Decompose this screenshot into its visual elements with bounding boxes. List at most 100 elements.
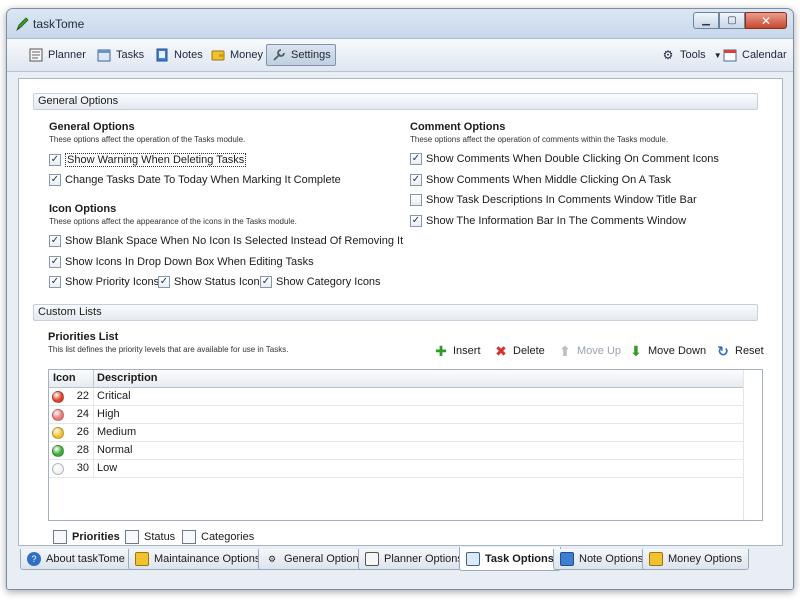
checkbox-icons-dropdown[interactable]: ✓ Show Icons In Drop Down Box When Editi… bbox=[49, 256, 314, 268]
icon-options-title: Icon Options bbox=[49, 203, 117, 215]
checkbox-box[interactable]: ✓ bbox=[410, 153, 422, 165]
calendar-button[interactable]: Calendar bbox=[717, 44, 792, 66]
checkbox-status-icons[interactable]: ✓ Show Status Icons bbox=[158, 276, 265, 288]
tab-note-options[interactable]: Note Options bbox=[553, 549, 651, 570]
calendar-label: Calendar bbox=[742, 49, 787, 61]
tab-label: Money Options bbox=[668, 553, 742, 565]
list-page-icon bbox=[53, 530, 67, 544]
checkbox-box[interactable]: ✓ bbox=[49, 154, 61, 166]
checkbox-label: Show Comments When Middle Clicking On A … bbox=[426, 174, 671, 186]
minimize-button[interactable]: ▁ bbox=[693, 12, 719, 29]
tab-label: General Options bbox=[284, 553, 365, 565]
priority-number: 24 bbox=[76, 408, 89, 420]
checkbox-label: Show Status Icons bbox=[174, 276, 266, 288]
tab-money-options[interactable]: Money Options bbox=[642, 549, 749, 570]
list-page-icon bbox=[125, 530, 139, 544]
priorities-list-desc: This list defines the priority levels th… bbox=[48, 345, 289, 354]
subtab-label: Status bbox=[144, 531, 176, 543]
checkbox-box[interactable]: ✓ bbox=[49, 174, 61, 186]
planner-icon bbox=[28, 47, 44, 63]
checkbox-box[interactable]: ✓ bbox=[260, 276, 272, 288]
checkbox-label: Show Category Icons bbox=[276, 276, 381, 288]
table-row[interactable]: 22 Critical bbox=[49, 388, 743, 406]
tab-general-options[interactable]: ⚙ General Options bbox=[258, 549, 372, 570]
tab-label: Task Options bbox=[485, 552, 554, 565]
tools-label: Tools bbox=[680, 49, 706, 61]
reset-label: Reset bbox=[735, 345, 764, 357]
grid-scroll-area[interactable] bbox=[743, 370, 762, 520]
plus-icon: ✚ bbox=[435, 342, 447, 359]
move-down-button[interactable]: ⬇ Move Down bbox=[628, 343, 706, 359]
checkbox-comment-infobar[interactable]: ✓ Show The Information Bar In The Commen… bbox=[410, 215, 686, 227]
calendar-icon bbox=[722, 47, 738, 63]
tools-button[interactable]: ⚙ Tools ▼ bbox=[655, 44, 727, 66]
checkbox-comment-dblclick[interactable]: ✓ Show Comments When Double Clicking On … bbox=[410, 153, 719, 165]
checkbox-box[interactable]: ✓ bbox=[49, 235, 61, 247]
tasks-button[interactable]: Tasks bbox=[91, 44, 149, 66]
window-title: taskTome bbox=[33, 17, 85, 31]
column-header-description[interactable]: Description bbox=[97, 372, 158, 384]
checkbox-box[interactable] bbox=[410, 194, 422, 206]
checkbox-box[interactable]: ✓ bbox=[49, 276, 61, 288]
checkbox-label: Show Priority Icons bbox=[65, 276, 160, 288]
checkbox-label: Show Comments When Double Clicking On Co… bbox=[426, 153, 719, 165]
tab-about[interactable]: ? About taskTome bbox=[20, 549, 132, 570]
checkbox-priority-icons[interactable]: ✓ Show Priority Icons bbox=[49, 276, 159, 288]
settings-button[interactable]: Settings bbox=[266, 44, 336, 66]
checkbox-box[interactable]: ✓ bbox=[49, 256, 61, 268]
table-row[interactable]: 24 High bbox=[49, 406, 743, 424]
notes-button[interactable]: Notes bbox=[149, 44, 208, 66]
maximize-button[interactable]: ▢ bbox=[719, 12, 745, 29]
reset-arrow-icon: ↻ bbox=[717, 342, 729, 359]
subtab-priorities[interactable]: Priorities bbox=[53, 530, 120, 544]
reset-button[interactable]: ↻ Reset bbox=[715, 343, 764, 359]
tab-maintenance[interactable]: Maintainance Options bbox=[128, 549, 268, 570]
table-row[interactable]: 30 Low bbox=[49, 460, 743, 478]
info-icon: ? bbox=[27, 552, 41, 566]
insert-button[interactable]: ✚ Insert bbox=[433, 342, 480, 359]
money-button[interactable]: Money bbox=[205, 44, 268, 66]
money-icon bbox=[210, 47, 226, 63]
grid-header: Icon Description bbox=[49, 370, 743, 388]
subtab-categories[interactable]: Categories bbox=[182, 530, 254, 544]
move-up-button[interactable]: ⬆ Move Up bbox=[557, 343, 621, 359]
subtab-status[interactable]: Status bbox=[125, 530, 175, 544]
checkbox-category-icons[interactable]: ✓ Show Category Icons bbox=[260, 276, 381, 288]
checkbox-blank-space[interactable]: ✓ Show Blank Space When No Icon Is Selec… bbox=[49, 235, 403, 247]
app-window: taskTome ▁ ▢ ✕ Planner Tasks Notes Money… bbox=[6, 8, 794, 590]
delete-button[interactable]: ✖ Delete bbox=[493, 343, 545, 359]
subtab-label: Priorities bbox=[72, 531, 120, 543]
checkbox-label: Show Task Descriptions In Comments Windo… bbox=[426, 194, 697, 206]
white-circle-icon bbox=[52, 463, 64, 475]
checkbox-change-date[interactable]: ✓ Change Tasks Date To Today When Markin… bbox=[49, 174, 341, 186]
checkbox-label: Change Tasks Date To Today When Marking … bbox=[65, 174, 341, 186]
table-row[interactable]: 28 Normal bbox=[49, 442, 743, 460]
checkbox-comment-middleclick[interactable]: ✓ Show Comments When Middle Clicking On … bbox=[410, 174, 671, 186]
tab-planner-options[interactable]: Planner Options bbox=[358, 549, 470, 570]
tab-label: Note Options bbox=[579, 553, 644, 565]
checkbox-comment-titlebar[interactable]: Show Task Descriptions In Comments Windo… bbox=[410, 194, 697, 206]
options-tab-bar: ? About taskTome Maintainance Options ⚙ … bbox=[18, 547, 783, 571]
checkbox-box[interactable]: ✓ bbox=[158, 276, 170, 288]
planner-label: Planner bbox=[48, 49, 86, 61]
general-options-header: General Options bbox=[33, 93, 758, 110]
priority-number: 22 bbox=[76, 390, 89, 402]
tasks-label: Tasks bbox=[116, 49, 145, 61]
money-label: Money bbox=[230, 49, 264, 61]
tab-task-options[interactable]: Task Options bbox=[459, 547, 561, 571]
checkbox-warn-delete[interactable]: ✓ Show Warning When Deleting Tasks bbox=[49, 153, 247, 167]
checkbox-box[interactable]: ✓ bbox=[410, 174, 422, 186]
close-button[interactable]: ✕ bbox=[745, 12, 787, 29]
table-row[interactable]: 26 Medium bbox=[49, 424, 743, 442]
notes-icon bbox=[560, 552, 574, 566]
main-toolbar: Planner Tasks Notes Money Settings ⚙ Too… bbox=[7, 39, 793, 72]
icon-options-desc: These options affect the appearance of t… bbox=[49, 217, 297, 226]
checkbox-box[interactable]: ✓ bbox=[410, 215, 422, 227]
subtab-label: Categories bbox=[201, 531, 255, 543]
column-header-icon[interactable]: Icon bbox=[53, 372, 76, 384]
planner-button[interactable]: Planner bbox=[23, 44, 91, 66]
priorities-grid[interactable]: Icon Description 22 Critical 24 High 26 bbox=[48, 369, 763, 521]
money-icon bbox=[649, 552, 663, 566]
tab-label: About taskTome bbox=[46, 553, 125, 565]
window-controls: ▁ ▢ ✕ bbox=[693, 12, 787, 29]
